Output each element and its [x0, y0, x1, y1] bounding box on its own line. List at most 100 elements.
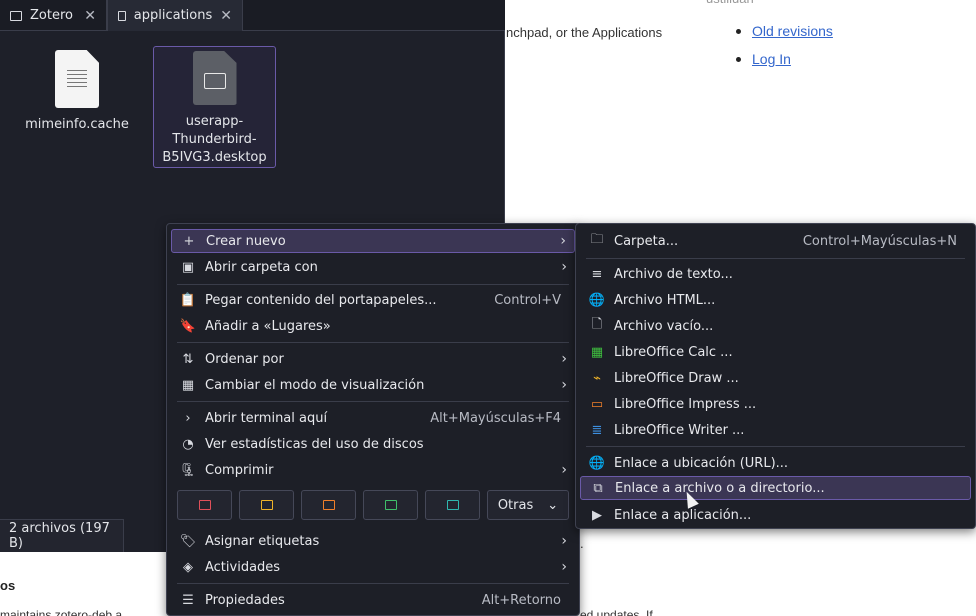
chevron-right-icon: ›	[561, 377, 567, 393]
submenu-item-enlace-aplicacion[interactable]: ▶ Enlace a aplicación...	[580, 503, 971, 527]
submenu-item-libreoffice-impress[interactable]: ▭ LibreOffice Impress ...	[580, 392, 971, 416]
menu-item-pegar[interactable]: 📋 Pegar contenido del portapapeles... Co…	[171, 288, 575, 312]
application-icon: ▶	[592, 507, 602, 523]
writer-icon: ≣	[591, 422, 603, 438]
text-file-icon: ≡	[591, 266, 603, 282]
submenu-item-libreoffice-calc[interactable]: ▦ LibreOffice Calc ...	[580, 340, 971, 364]
webpage-text: maintains zotero-deb a	[0, 608, 123, 616]
webpage-heading-fragment: os	[0, 578, 16, 593]
view-mode-icon: ▦	[181, 377, 195, 393]
folder-color-yellow-button[interactable]	[239, 490, 294, 520]
globe-icon: 🌐	[588, 292, 606, 308]
menu-separator	[586, 258, 965, 259]
menu-item-actividades[interactable]: ◈ Actividades ›	[171, 555, 575, 579]
status-text: 2 archivos (197 B)	[9, 521, 110, 551]
chevron-right-icon: ›	[561, 351, 567, 367]
menu-item-propiedades[interactable]: ☰ Propiedades Alt+Retorno	[171, 588, 575, 612]
folder-color-orange-button[interactable]	[301, 490, 356, 520]
submenu-item-archivo-vacio[interactable]: 🗋 Archivo vacío...	[580, 314, 971, 338]
folder-icon	[260, 500, 273, 510]
shortcut-label: Alt+Mayúsculas+F4	[430, 410, 561, 426]
empty-file-icon: 🗋	[591, 317, 603, 332]
file-name-line: Thunderbird-	[172, 132, 257, 147]
folder-icon	[384, 500, 397, 510]
submenu-item-archivo-html[interactable]: 🌐 Archivo HTML...	[580, 288, 971, 312]
link-file-icon: ⧉	[593, 480, 603, 496]
folder-icon	[446, 500, 459, 510]
menu-separator	[177, 342, 569, 343]
clipboard-icon: 📋	[179, 292, 197, 308]
menu-separator	[177, 583, 569, 584]
tab-zotero[interactable]: Zotero ✕	[0, 0, 107, 31]
shortcut-label: Control+V	[494, 292, 561, 308]
chevron-down-icon: ⌄	[547, 497, 559, 513]
folder-color-red-button[interactable]	[177, 490, 232, 520]
chevron-right-icon: ›	[561, 259, 567, 275]
menu-separator	[177, 401, 569, 402]
menu-item-abrir-carpeta-con[interactable]: ▣ Abrir carpeta con ›	[171, 255, 575, 279]
impress-icon: ▭	[590, 396, 604, 412]
file-name-line: userapp-	[185, 114, 244, 129]
status-bar: 2 archivos (197 B)	[0, 519, 124, 552]
chevron-right-icon: ›	[561, 559, 567, 575]
chevron-right-icon: ›	[560, 233, 566, 249]
menu-item-modo-visualizacion[interactable]: ▦ Cambiar el modo de visualización ›	[171, 373, 575, 397]
submenu-item-carpeta[interactable]: 🗀 Carpeta... Control+Mayúsculas+N	[580, 229, 971, 253]
tag-icon: 🏷	[179, 533, 197, 549]
otras-dropdown-button[interactable]: Otras ⌄	[487, 490, 569, 520]
menu-item-asignar-etiquetas[interactable]: 🏷 Asignar etiquetas ›	[171, 529, 575, 553]
folder-icon	[198, 500, 211, 510]
list-item: Old revisions	[736, 22, 833, 50]
disk-usage-icon: ◔	[182, 436, 194, 452]
submenu-item-libreoffice-draw[interactable]: ⌁ LibreOffice Draw ...	[580, 366, 971, 390]
close-icon[interactable]: ✕	[84, 8, 96, 24]
create-new-submenu: 🗀 Carpeta... Control+Mayúsculas+N ≡ Arch…	[575, 223, 976, 529]
file-item-thunderbird-desktop[interactable]: userapp- Thunderbird- B5IVG3.desktop	[153, 46, 276, 168]
submenu-item-archivo-texto[interactable]: ≡ Archivo de texto...	[580, 262, 971, 286]
webpage-links-list: Old revisions Log In	[736, 22, 833, 78]
shortcut-label: Alt+Retorno	[481, 592, 561, 608]
close-icon[interactable]: ✕	[220, 8, 232, 24]
menu-item-ordenar-por[interactable]: ⇅ Ordenar por ›	[171, 347, 575, 371]
menu-item-crear-nuevo[interactable]: + Crear nuevo ›	[171, 229, 575, 253]
tab-label: applications	[133, 8, 213, 23]
tab-label: Zotero	[30, 8, 73, 23]
file-name: mimeinfo.cache	[25, 117, 129, 132]
calc-icon: ▦	[590, 344, 604, 360]
menu-item-anadir-lugares[interactable]: 🔖 Añadir a «Lugares»	[171, 314, 575, 338]
folder-color-row: Otras ⌄	[177, 490, 572, 522]
folder-color-green-button[interactable]	[363, 490, 418, 520]
bookmark-icon: 🔖	[179, 318, 197, 334]
submenu-item-enlace-url[interactable]: 🌐 Enlace a ubicación (URL)...	[580, 451, 971, 475]
menu-item-abrir-terminal[interactable]: › Abrir terminal aquí Alt+Mayúsculas+F4	[171, 406, 575, 430]
compress-icon: 🗜	[179, 462, 197, 478]
folder-icon	[118, 10, 126, 21]
folder-icon	[322, 500, 335, 510]
file-name-line: B5IVG3.desktop	[162, 150, 267, 165]
menu-item-estadisticas-disco[interactable]: ◔ Ver estadísticas del uso de discos	[171, 432, 575, 456]
file-item-mimeinfo[interactable]: mimeinfo.cache	[22, 46, 132, 134]
submenu-item-enlace-archivo[interactable]: ⧉ Enlace a archivo o a directorio...	[580, 476, 971, 500]
submenu-item-libreoffice-writer[interactable]: ≣ LibreOffice Writer ...	[580, 418, 971, 442]
globe-icon: 🌐	[588, 455, 606, 471]
folder-icon: 🗀	[590, 232, 604, 247]
desktop-file-icon	[192, 51, 237, 105]
properties-icon: ☰	[182, 592, 194, 608]
activities-icon: ◈	[183, 559, 193, 575]
shortcut-label: Control+Mayúsculas+N	[802, 233, 957, 249]
tab-applications[interactable]: applications ✕	[107, 0, 243, 31]
old-revisions-link[interactable]: Old revisions	[752, 23, 833, 39]
faded-text: ustiliuan	[706, 0, 754, 6]
text-file-icon	[55, 50, 99, 108]
log-in-link[interactable]: Log In	[752, 51, 791, 67]
terminal-icon: ›	[185, 410, 191, 426]
tab-bar: Zotero ✕ applications ✕	[0, 0, 505, 31]
folder-color-teal-button[interactable]	[425, 490, 480, 520]
open-with-icon: ▣	[181, 259, 195, 275]
list-item: Log In	[736, 50, 833, 78]
webpage-text: nchpad, or the Applications	[506, 25, 663, 40]
sort-icon: ⇅	[182, 351, 194, 367]
menu-item-comprimir[interactable]: 🗜 Comprimir ›	[171, 458, 575, 482]
folder-icon	[10, 10, 22, 21]
chevron-right-icon: ›	[561, 533, 567, 549]
